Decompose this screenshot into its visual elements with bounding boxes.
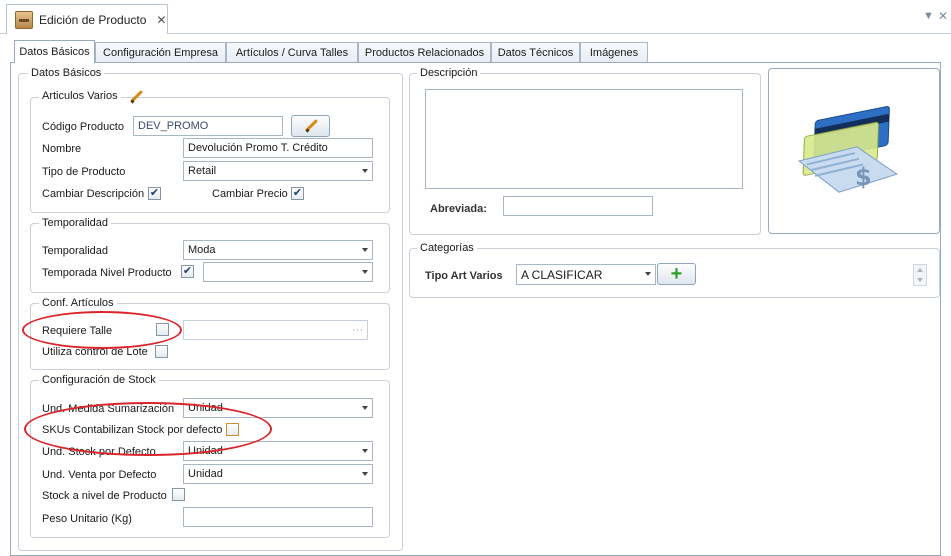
descripcion-textarea[interactable] [425, 89, 743, 189]
spin-down-icon [917, 278, 923, 282]
tab-datos-basicos[interactable]: Datos Básicos [14, 40, 95, 63]
dropdown-arrow-icon [645, 272, 651, 276]
medida-sumarizacion-value: Unidad [188, 402, 223, 414]
medida-sumarizacion-select[interactable]: Unidad [183, 398, 373, 418]
tab-articulos-curva-talles[interactable]: Artículos / Curva Talles [226, 42, 358, 62]
tipo-art-varios-label: Tipo Art Varios [425, 270, 503, 282]
cambiar-descripcion-label: Cambiar Descripción [42, 188, 145, 200]
dropdown-arrow-icon [362, 472, 368, 476]
tab-imagenes[interactable]: Imágenes [580, 42, 648, 62]
close-tab-icon[interactable]: ✕ [156, 13, 166, 27]
dropdown-arrow-icon [362, 270, 368, 274]
product-image-frame[interactable]: $ [768, 68, 940, 234]
configuracion-stock-legend: Configuración de Stock [39, 374, 159, 386]
venta-defecto-select[interactable]: Unidad [183, 464, 373, 484]
peso-unitario-field[interactable] [183, 507, 373, 527]
tipo-art-varios-value: A CLASIFICAR [521, 268, 603, 282]
temporada-nivel-producto-label: Temporada Nivel Producto [42, 267, 172, 279]
peso-unitario-label: Peso Unitario (Kg) [42, 513, 132, 525]
nombre-field[interactable]: Devolución Promo T. Crédito [183, 138, 373, 158]
tab-datos-tecnicos[interactable]: Datos Técnicos [491, 42, 580, 62]
cambiar-precio-label: Cambiar Precio [212, 188, 288, 200]
tipo-producto-select[interactable]: Retail [183, 161, 373, 181]
plus-icon: + [670, 263, 683, 285]
stock-nivel-producto-checkbox[interactable] [172, 488, 185, 501]
stock-defecto-select[interactable]: Unidad [183, 441, 373, 461]
temporada-select[interactable] [203, 262, 373, 282]
descripcion-legend: Descripción [417, 67, 481, 79]
pencil-icon [304, 119, 318, 133]
tipo-producto-label: Tipo de Producto [42, 166, 126, 178]
control-lote-label: Utiliza control de Lote [42, 346, 148, 358]
dropdown-arrow-icon [362, 169, 368, 173]
skus-contabilizan-label: SKUs Contabilizan Stock por defecto [42, 424, 223, 436]
tab-configuracion-empresa[interactable]: Configuración Empresa [95, 42, 226, 62]
abreviada-label: Abreviada: [430, 203, 487, 215]
stock-nivel-producto-label: Stock a nivel de Producto [42, 490, 167, 502]
temporalidad-select[interactable]: Moda [183, 240, 373, 260]
control-lote-checkbox[interactable] [155, 345, 168, 358]
cambiar-descripcion-checkbox[interactable]: ✔ [148, 187, 161, 200]
stock-defecto-value: Unidad [188, 445, 223, 457]
add-categoria-button[interactable]: + [657, 263, 696, 285]
requiere-talle-label: Requiere Talle [42, 325, 113, 337]
scroll-spinner[interactable] [913, 264, 927, 286]
tipo-art-varios-select[interactable]: A CLASIFICAR [516, 264, 656, 285]
talle-lookup-field[interactable]: ··· [183, 320, 368, 340]
dropdown-arrow-icon [362, 248, 368, 252]
medida-sumarizacion-label: Und. Medida Sumarización [42, 403, 175, 415]
requiere-talle-checkbox[interactable] [156, 323, 169, 336]
codigo-producto-field[interactable]: DEV_PROMO [133, 116, 283, 136]
nombre-label: Nombre [42, 143, 82, 155]
cambiar-precio-checkbox[interactable]: ✔ [291, 187, 304, 200]
abreviada-field[interactable] [503, 196, 653, 216]
spin-up-icon [917, 268, 923, 272]
dropdown-arrow-icon [362, 406, 368, 410]
stock-defecto-label: Und. Stock por Defecto [42, 446, 156, 458]
credit-card-check-icon: $ [797, 106, 899, 193]
chevron-down-icon[interactable]: ▼ [923, 10, 934, 22]
articulos-varios-legend: Articulos Varios [39, 90, 121, 102]
document-tab-title: Edición de Producto [39, 12, 147, 27]
temporalidad-label: Temporalidad [42, 245, 109, 257]
document-tab[interactable]: Edición de Producto ✕ [6, 4, 168, 34]
tab-productos-relacionados[interactable]: Productos Relacionados [358, 42, 491, 62]
datos-basicos-legend: Datos Básicos [28, 67, 105, 79]
conf-articulos-legend: Conf. Artículos [39, 297, 117, 309]
tipo-producto-value: Retail [188, 165, 217, 177]
close-icon[interactable]: ✕ [938, 9, 948, 23]
temporada-nivel-producto-checkbox[interactable]: ✔ [181, 265, 194, 278]
edit-codigo-button[interactable] [291, 115, 330, 137]
temporalidad-value: Moda [188, 244, 216, 256]
codigo-producto-label: Código Producto [42, 121, 124, 133]
temporalidad-legend: Temporalidad [39, 217, 112, 229]
skus-contabilizan-checkbox[interactable] [226, 423, 239, 436]
categorias-legend: Categorías [417, 242, 477, 254]
product-box-icon [15, 10, 33, 29]
dollar-symbol: $ [855, 163, 872, 191]
dropdown-arrow-icon [362, 449, 368, 453]
venta-defecto-value: Unidad [188, 468, 223, 480]
venta-defecto-label: Und. Venta por Defecto [42, 469, 157, 481]
